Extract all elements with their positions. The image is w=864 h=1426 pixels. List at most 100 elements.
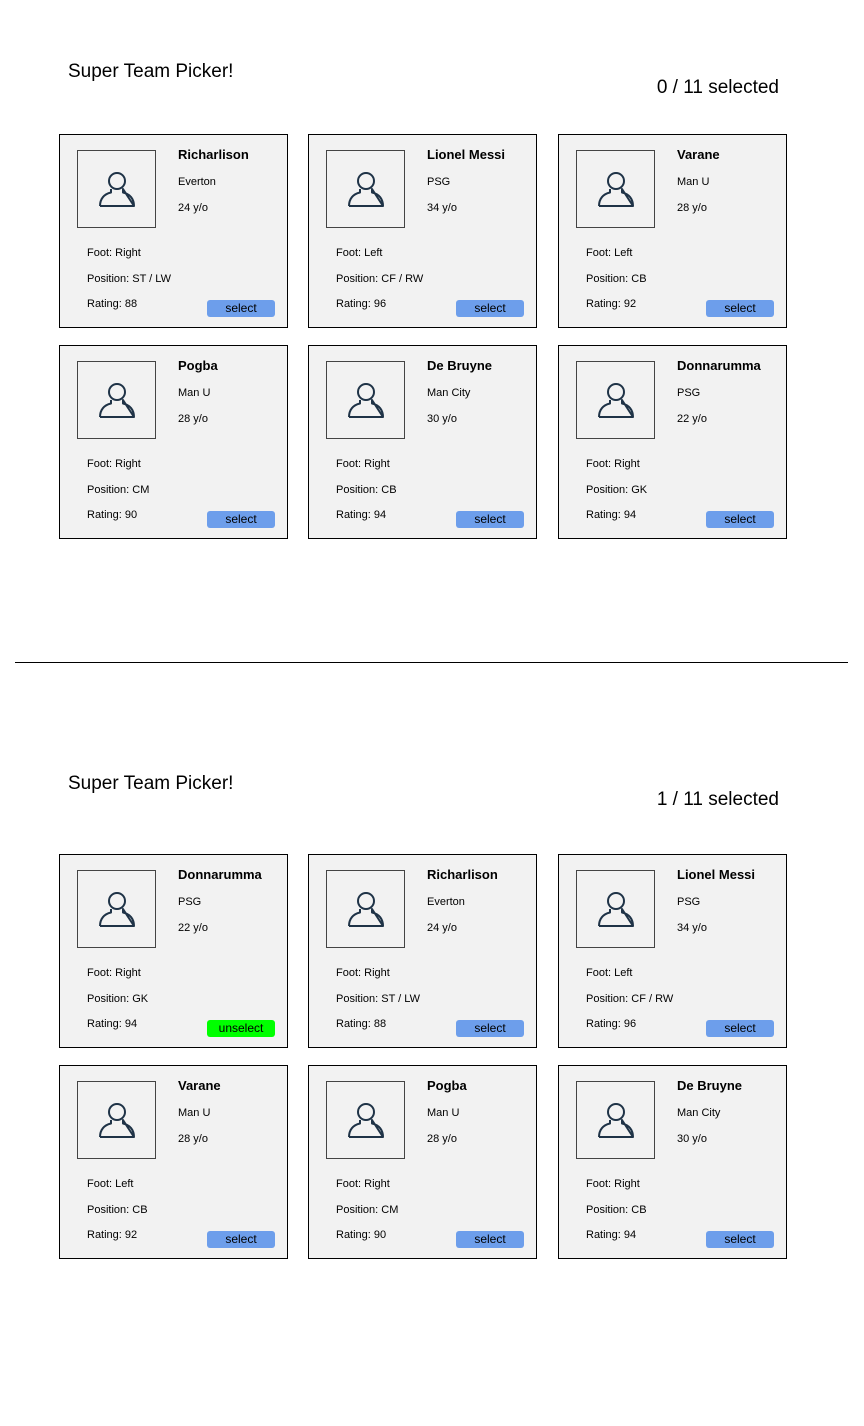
player-age: 30 y/o — [427, 413, 457, 425]
player-foot: Foot: Right — [336, 1178, 390, 1190]
select-button[interactable]: select — [456, 1020, 524, 1037]
player-name: Lionel Messi — [427, 147, 506, 162]
player-card: Pogba Man U 28 y/o Foot: Right Position: CM R… — [59, 345, 288, 539]
player-position: Position: CB — [586, 1204, 647, 1216]
person-icon-body — [597, 1119, 634, 1138]
person-icon — [594, 887, 638, 931]
player-position: Position: CF / RW — [586, 993, 674, 1005]
player-foot: Foot: Right — [87, 247, 141, 259]
person-icon-body — [98, 908, 135, 927]
player-rating: Rating: 94 — [336, 509, 387, 521]
player-club: Everton — [178, 176, 216, 188]
player-card: Richarlison Everton 24 y/o Foot: Right Posit… — [308, 854, 537, 1048]
person-icon-graphic — [597, 1103, 634, 1138]
person-icon-graphic — [98, 1103, 135, 1138]
player-position: Position: CB — [87, 1204, 148, 1216]
player-name: De Bruyne — [427, 358, 493, 373]
person-icon-graphic — [347, 383, 384, 418]
player-avatar — [77, 361, 156, 439]
person-icon-graphic — [597, 172, 634, 207]
player-card: Lionel Messi PSG 34 y/o Foot: Left Position:… — [308, 134, 537, 328]
player-card: Lionel Messi PSG 34 y/o Foot: Left Position:… — [558, 854, 787, 1048]
player-card: Varane Man U 28 y/o Foot: Left Position: CB R… — [59, 1065, 288, 1259]
player-foot: Foot: Right — [87, 967, 141, 979]
select-button[interactable]: select — [706, 1231, 774, 1248]
player-avatar — [77, 1081, 156, 1159]
player-position: Position: CB — [336, 484, 397, 496]
person-icon-body — [597, 188, 634, 207]
person-icon — [344, 887, 388, 931]
person-icon-body — [98, 188, 135, 207]
person-icon-body — [98, 399, 135, 418]
player-rating: Rating: 88 — [87, 298, 138, 310]
player-card: De Bruyne Man City 30 y/o Foot: Right Positi… — [558, 1065, 787, 1259]
player-avatar — [326, 150, 405, 228]
select-button[interactable]: select — [456, 300, 524, 317]
player-rating: Rating: 92 — [87, 1229, 138, 1241]
selection-counter: 0 / 11 selected — [656, 77, 779, 98]
player-name: De Bruyne — [677, 1078, 743, 1093]
person-icon-head — [356, 892, 375, 910]
player-foot: Foot: Right — [336, 458, 390, 470]
unselect-button[interactable]: unselect — [207, 1020, 275, 1037]
player-club: Man City — [427, 387, 471, 399]
select-button[interactable]: select — [706, 300, 774, 317]
player-avatar — [576, 150, 655, 228]
player-club: PSG — [677, 387, 701, 399]
select-button[interactable]: select — [706, 1020, 774, 1037]
player-age: 30 y/o — [677, 1133, 707, 1145]
select-button[interactable]: select — [706, 511, 774, 528]
person-icon-head — [107, 172, 126, 190]
person-icon-head — [107, 892, 126, 910]
player-age: 28 y/o — [178, 1133, 208, 1145]
person-icon — [95, 167, 139, 211]
player-position: Position: ST / LW — [336, 993, 420, 1005]
person-icon-head — [107, 1103, 126, 1121]
player-club: Man U — [677, 176, 710, 188]
person-icon-graphic — [98, 172, 135, 207]
app-title: Super Team Picker! — [68, 61, 234, 82]
player-avatar — [576, 361, 655, 439]
player-club: Everton — [427, 896, 465, 908]
player-name: Pogba — [427, 1078, 467, 1093]
player-avatar — [576, 1081, 655, 1159]
section-divider — [15, 662, 848, 663]
player-foot: Foot: Right — [87, 458, 141, 470]
select-button[interactable]: select — [456, 1231, 524, 1248]
person-icon-graphic — [347, 172, 384, 207]
player-club: PSG — [178, 896, 202, 908]
person-icon-graphic — [597, 892, 634, 927]
person-icon-head — [606, 892, 625, 910]
person-icon-body — [347, 188, 384, 207]
person-icon-body — [597, 399, 634, 418]
person-icon-graphic — [98, 383, 135, 418]
player-club: Man City — [677, 1107, 721, 1119]
person-icon-body — [347, 908, 384, 927]
select-button[interactable]: select — [456, 511, 524, 528]
select-button[interactable]: select — [207, 300, 275, 317]
select-button[interactable]: select — [207, 1231, 275, 1248]
player-foot: Foot: Right — [586, 1178, 640, 1190]
person-icon — [594, 378, 638, 422]
player-avatar — [326, 1081, 405, 1159]
person-icon-graphic — [347, 892, 384, 927]
player-rating: Rating: 92 — [586, 298, 637, 310]
player-rating: Rating: 90 — [336, 1229, 387, 1241]
player-name: Richarlison — [427, 867, 498, 882]
select-button[interactable]: select — [207, 511, 275, 528]
player-position: Position: ST / LW — [87, 273, 171, 285]
player-position: Position: CF / RW — [336, 273, 424, 285]
player-rating: Rating: 90 — [87, 509, 138, 521]
player-avatar — [326, 870, 405, 948]
player-name: Varane — [677, 147, 720, 162]
player-position: Position: GK — [586, 484, 648, 496]
person-icon-graphic — [597, 383, 634, 418]
person-icon-head — [356, 172, 375, 190]
player-age: 28 y/o — [178, 413, 208, 425]
person-icon-graphic — [347, 1103, 384, 1138]
person-icon-head — [356, 383, 375, 401]
player-card: De Bruyne Man City 30 y/o Foot: Right Positi… — [308, 345, 537, 539]
person-icon — [594, 1098, 638, 1142]
player-position: Position: GK — [87, 993, 149, 1005]
player-rating: Rating: 96 — [336, 298, 387, 310]
